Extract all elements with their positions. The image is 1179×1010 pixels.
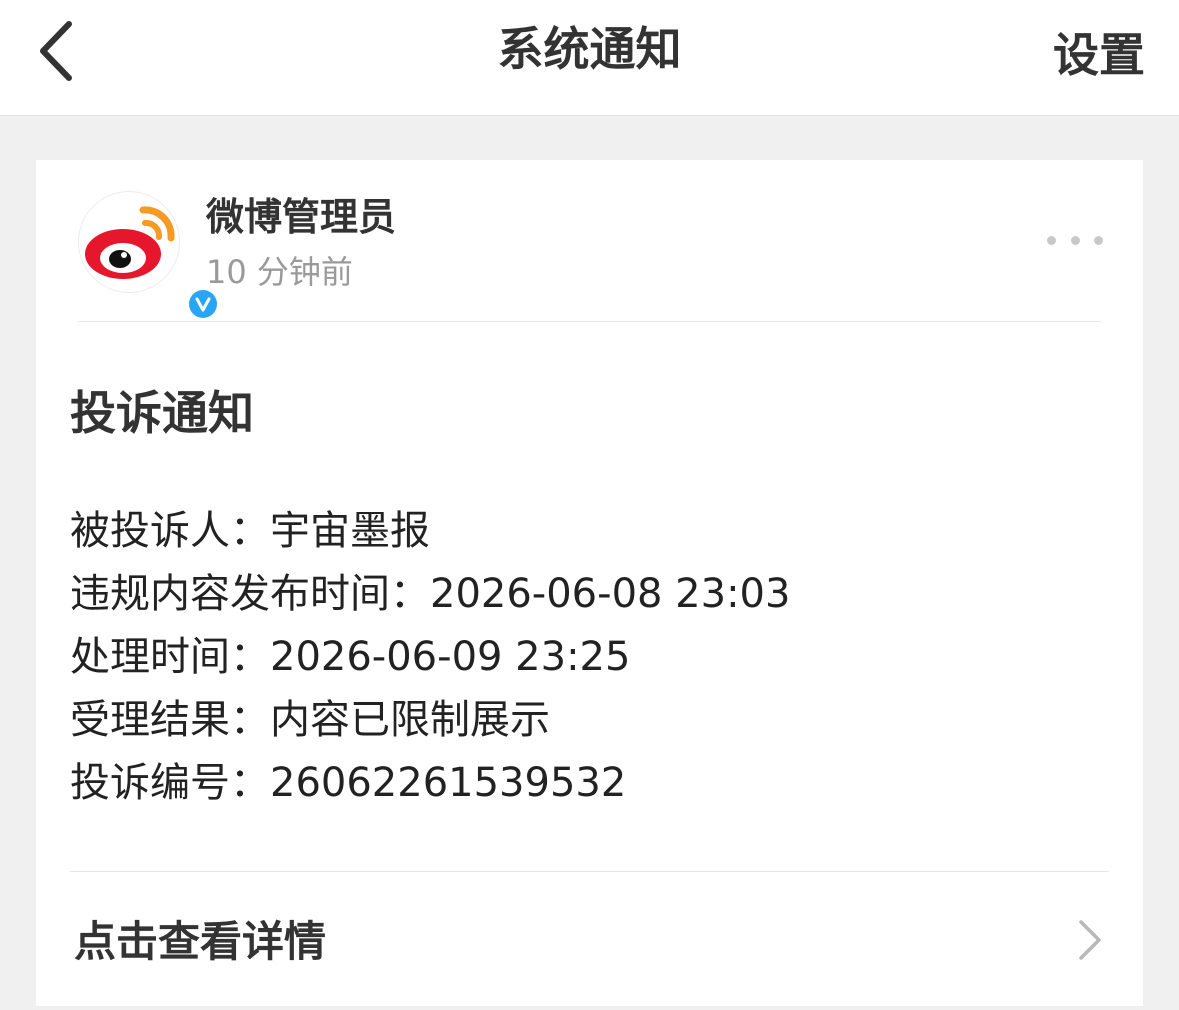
header-divider <box>78 321 1101 322</box>
notice-title: 投诉通知 <box>70 386 254 440</box>
detail-value: 宇宙墨报 <box>270 508 430 554</box>
sender-name[interactable]: 微博管理员 <box>206 194 396 240</box>
detail-row-complaint-id: 投诉编号：26062261539532 <box>70 752 1110 815</box>
detail-row-result: 受理结果：内容已限制展示 <box>70 689 1110 752</box>
detail-value: 26062261539532 <box>270 760 627 806</box>
page-title: 系统通知 <box>497 22 682 76</box>
detail-row-handled-time: 处理时间：2026-06-09 23:25 <box>70 626 1110 689</box>
detail-label: 违规内容发布时间： <box>70 571 430 617</box>
detail-label: 被投诉人： <box>70 508 270 554</box>
detail-row-publish-time: 违规内容发布时间：2026-06-08 23:03 <box>70 563 1110 626</box>
top-nav-bar: 系统通知 设置 <box>0 0 1179 116</box>
chevron-right-icon <box>1079 920 1101 960</box>
more-dots-icon <box>1070 235 1080 245</box>
detail-label: 处理时间： <box>70 634 270 680</box>
detail-label: 投诉编号： <box>70 760 270 806</box>
detail-value: 2026-06-08 23:03 <box>430 571 791 617</box>
detail-value: 内容已限制展示 <box>270 697 550 743</box>
detail-row-respondent: 被投诉人：宇宙墨报 <box>70 500 1110 563</box>
verified-v-icon <box>189 290 217 318</box>
notification-card: 微博管理员 10 分钟前 投诉通知 被投诉人：宇宙墨报 违规内容发布时间：202… <box>36 160 1143 1006</box>
detail-value: 2026-06-09 23:25 <box>270 634 631 680</box>
detail-label: 受理结果： <box>70 697 270 743</box>
verified-badge <box>189 290 221 322</box>
view-details-link[interactable]: 点击查看详情 <box>36 872 1143 1006</box>
more-dots-icon <box>1047 235 1056 245</box>
settings-button[interactable]: 设置 <box>1053 26 1145 84</box>
avatar[interactable] <box>78 191 221 322</box>
notice-details: 被投诉人：宇宙墨报 违规内容发布时间：2026-06-08 23:03 处理时间… <box>70 500 1110 815</box>
more-dots-icon <box>1094 235 1103 245</box>
more-options-button[interactable] <box>1047 230 1103 250</box>
weibo-logo-icon <box>85 206 175 279</box>
message-timestamp: 10 分钟前 <box>206 253 353 291</box>
view-details-label: 点击查看详情 <box>74 917 327 966</box>
